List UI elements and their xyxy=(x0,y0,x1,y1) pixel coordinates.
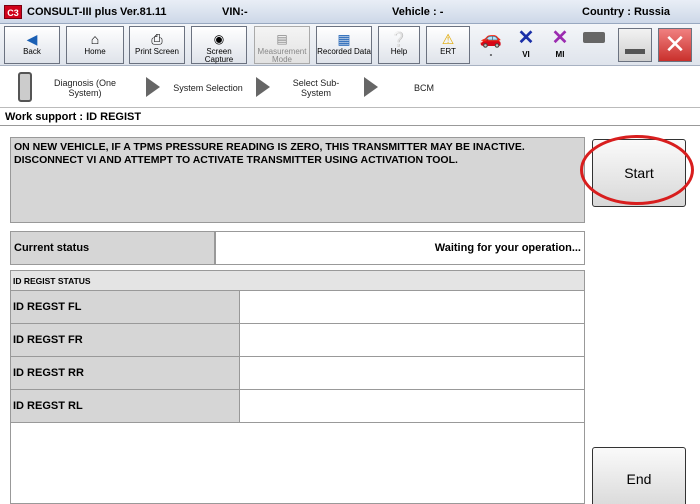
crumb-select-subsystem[interactable]: Select Sub-System xyxy=(280,78,352,98)
help-label: Help xyxy=(390,47,408,56)
crumb-system-selection[interactable]: System Selection xyxy=(164,83,252,93)
app-name: CONSULT-III plus xyxy=(27,6,118,18)
screen-capture-button[interactable]: ◉ Screen Capture xyxy=(191,26,247,64)
home-button[interactable]: ⌂ Home xyxy=(66,26,124,64)
car-status-label: - xyxy=(489,50,493,59)
print-screen-button[interactable]: ⎙ Print Screen xyxy=(129,26,185,64)
measurement-icon: ▤ xyxy=(276,32,288,46)
help-icon: ❔ xyxy=(390,31,408,47)
vehicle-status[interactable]: 🚗 - xyxy=(474,26,508,64)
app-logo-icon: C3 xyxy=(4,5,22,19)
mi-status[interactable]: ✕ MI xyxy=(546,26,574,64)
id-regst-fl-value xyxy=(240,291,584,323)
mi-x-icon: ✕ xyxy=(551,27,569,49)
id-regst-rr-value xyxy=(240,357,584,389)
page-title: Work support : ID REGIST xyxy=(0,108,700,126)
current-status-value: Waiting for your operation... xyxy=(215,231,585,265)
end-button[interactable]: End xyxy=(592,447,686,504)
app-version: Ver.81.11 xyxy=(120,6,167,18)
current-status-label: Current status xyxy=(10,231,215,265)
help-button[interactable]: ❔ Help xyxy=(378,26,420,64)
vi-x-icon: ✕ xyxy=(517,27,535,49)
mi-label: MI xyxy=(555,50,565,59)
measurement-mode-button[interactable]: ▤ Measurement Mode xyxy=(254,26,310,64)
id-regst-fr-label: ID REGST FR xyxy=(11,324,240,356)
vi-status[interactable]: ✕ VI xyxy=(512,26,540,64)
ert-button[interactable]: ⚠ ERT xyxy=(426,26,470,64)
back-button[interactable]: ◀ Back xyxy=(4,26,60,64)
crumb-arrow-icon xyxy=(364,77,378,97)
vin-label: VIN:- xyxy=(222,6,248,18)
camera-icon: ◉ xyxy=(213,32,225,46)
minimize-icon xyxy=(625,49,645,54)
diagnostic-device-icon xyxy=(18,72,32,102)
close-icon: ✕ xyxy=(664,29,686,59)
id-regst-fl-label: ID REGST FL xyxy=(11,291,240,323)
print-screen-label: Print Screen xyxy=(134,47,180,56)
recorded-data-button[interactable]: ▦ Recorded Data xyxy=(316,26,372,64)
breadcrumb: Diagnosis (One System) System Selection … xyxy=(0,67,700,108)
start-button[interactable]: Start xyxy=(592,139,686,207)
measurement-mode-label: Measurement Mode xyxy=(257,47,307,64)
id-regst-rr-label: ID REGST RR xyxy=(11,357,240,389)
vi-label: VI xyxy=(522,50,530,59)
crumb-arrow-icon xyxy=(146,77,160,97)
vehicle-label: Vehicle : - xyxy=(392,6,444,18)
table-row: ID REGST FL xyxy=(11,291,584,324)
warning-icon: ⚠ xyxy=(441,31,455,47)
minimize-button[interactable] xyxy=(618,28,652,62)
country-label: Country : Russia xyxy=(582,6,671,18)
table-row: ID REGST RR xyxy=(11,357,584,390)
arrow-left-icon: ◀ xyxy=(26,31,38,47)
car-icon: 🚗 xyxy=(479,28,503,48)
back-label: Back xyxy=(23,47,41,56)
id-regst-rl-label: ID REGST RL xyxy=(11,390,240,422)
id-regst-fr-value xyxy=(240,324,584,356)
screen-capture-label: Screen Capture xyxy=(204,47,234,64)
battery-status xyxy=(580,26,608,64)
recorded-data-icon: ▦ xyxy=(337,31,351,47)
instruction-message: ON NEW VEHICLE, IF A TPMS PRESSURE READI… xyxy=(10,137,585,223)
crumb-diagnosis[interactable]: Diagnosis (One System) xyxy=(44,78,126,98)
toolbar: ◀ Back ⌂ Home ⎙ Print Screen ◉ Screen Ca… xyxy=(0,24,700,66)
recorded-data-label: Recorded Data xyxy=(317,47,371,56)
table-row: ID REGST RL xyxy=(11,390,584,423)
ert-label: ERT xyxy=(440,47,456,56)
main-content: ON NEW VEHICLE, IF A TPMS PRESSURE READI… xyxy=(0,127,700,504)
table-row: ID REGST FR xyxy=(11,324,584,357)
id-regst-rl-value xyxy=(240,390,584,422)
id-regist-status-title: ID REGIST STATUS xyxy=(11,271,584,291)
printer-icon: ⎙ xyxy=(151,31,163,47)
crumb-arrow-icon xyxy=(256,77,270,97)
close-button[interactable]: ✕ xyxy=(658,28,692,62)
current-status-row: Current status Waiting for your operatio… xyxy=(10,231,585,265)
battery-icon xyxy=(580,26,608,50)
home-icon: ⌂ xyxy=(90,31,100,47)
crumb-bcm[interactable]: BCM xyxy=(396,83,452,93)
title-bar: C3 CONSULT-III plus Ver.81.11 VIN:- Vehi… xyxy=(0,0,700,24)
id-regist-status-panel: ID REGIST STATUS ID REGST FL ID REGST FR… xyxy=(10,270,585,504)
home-label: Home xyxy=(84,47,106,56)
